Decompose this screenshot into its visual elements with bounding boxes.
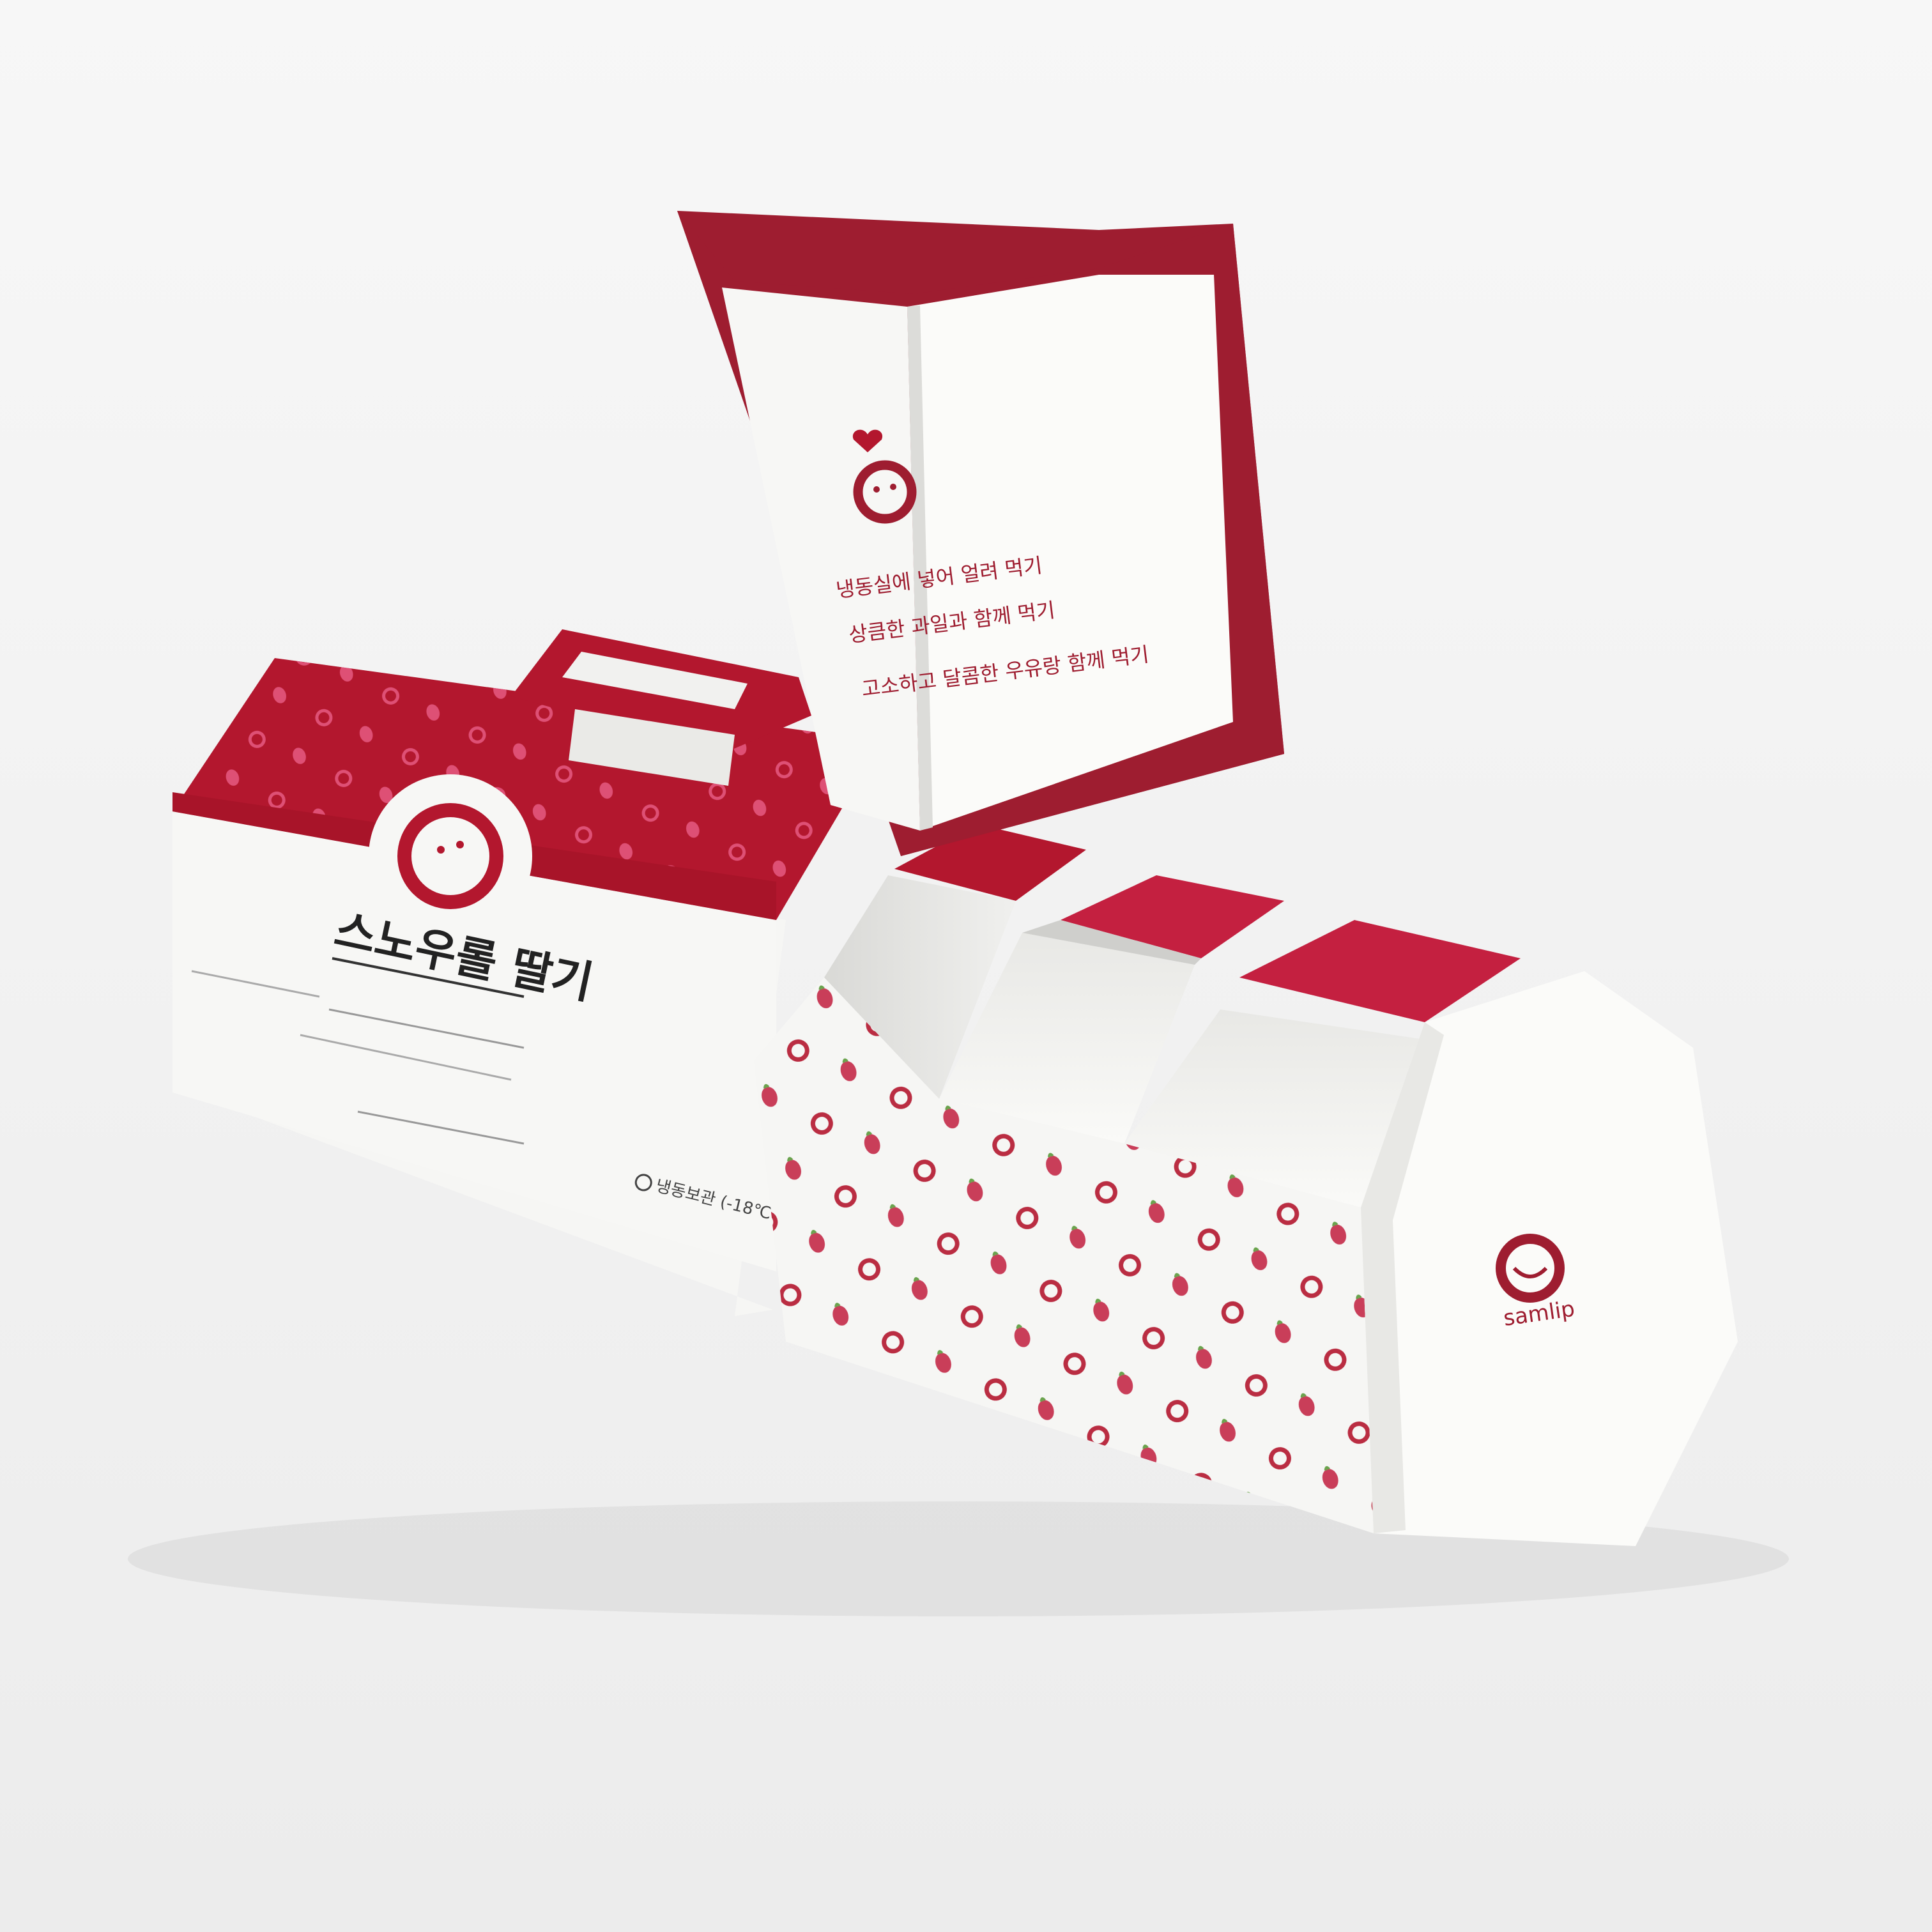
product-photo: 스노우롤 딸기 냉동보관 (-18℃ 이하) samlip 냉동실에 넣어 얼려…	[0, 0, 1932, 1932]
sleeve-logo-badge	[369, 774, 532, 938]
